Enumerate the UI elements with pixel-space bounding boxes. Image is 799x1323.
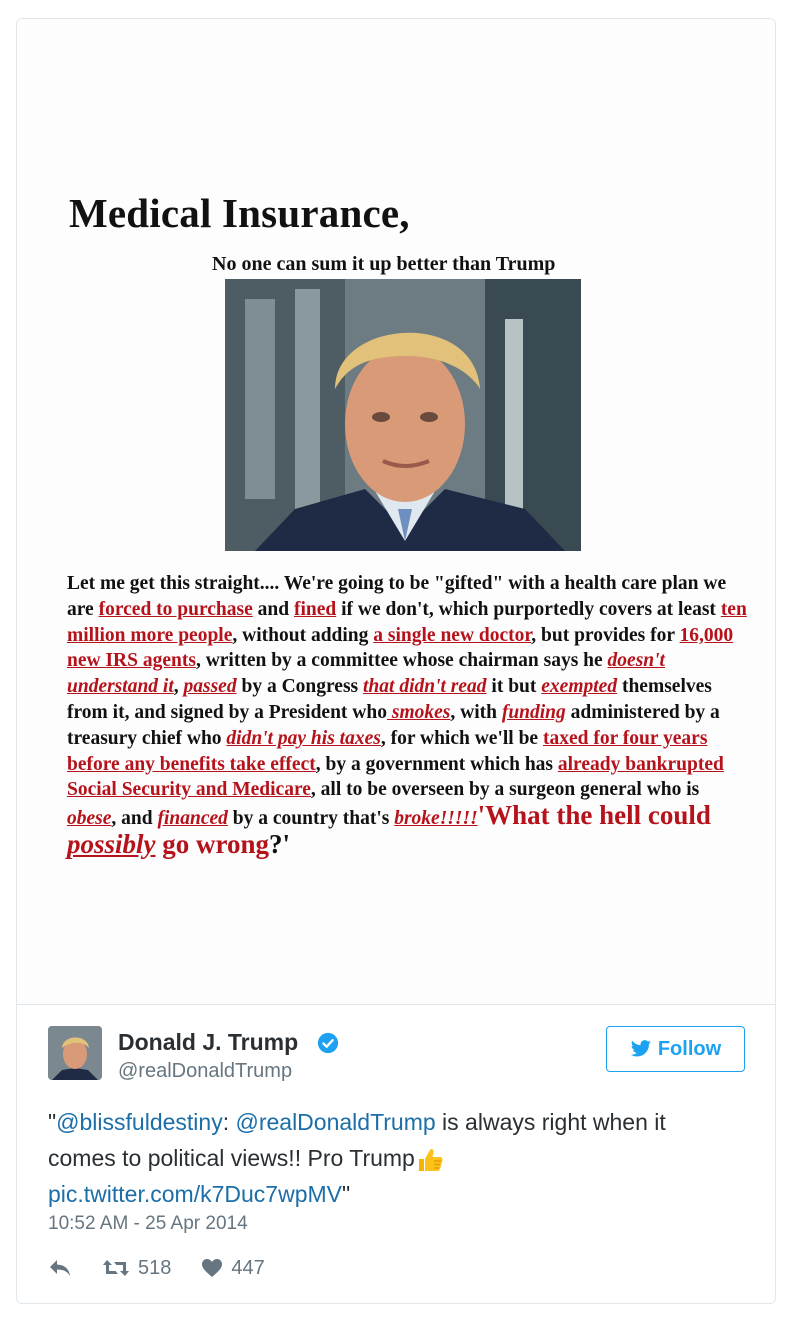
retweet-button[interactable]: 518 xyxy=(102,1257,171,1280)
follow-button[interactable]: Follow xyxy=(606,1026,745,1072)
user-handle[interactable]: @realDonaldTrump xyxy=(118,1060,292,1083)
retweet-count: 518 xyxy=(138,1256,172,1279)
avatar[interactable] xyxy=(48,1026,102,1080)
display-name[interactable]: Donald J. Trump xyxy=(118,1029,298,1056)
tweet-media-image[interactable]: Medical Insurance, No one can sum it up … xyxy=(17,19,775,1005)
like-count: 447 xyxy=(231,1256,265,1279)
tweet-text: "@blissfuldestiny: @realDonaldTrump is a… xyxy=(48,1109,666,1207)
embedded-tweet-card: Medical Insurance, No one can sum it up … xyxy=(16,18,776,1304)
reply-button[interactable] xyxy=(48,1258,72,1278)
retweet-icon xyxy=(103,1260,129,1276)
follow-label: Follow xyxy=(657,1037,722,1060)
heart-icon xyxy=(202,1259,223,1277)
tweet-actions: 518 447 xyxy=(48,1255,265,1281)
image-subtitle: No one can sum it up better than Trump xyxy=(212,253,556,275)
verified-badge-icon xyxy=(317,1032,339,1054)
image-title: Medical Insurance, xyxy=(69,190,410,236)
twitter-bird-icon xyxy=(630,1040,651,1057)
pic-link[interactable]: pic.twitter.com/k7Duc7wpMV xyxy=(48,1181,342,1207)
thumbs-up-icon xyxy=(418,1148,443,1171)
image-body-text: Let me get this straight.... We're going… xyxy=(67,573,747,859)
like-button[interactable]: 447 xyxy=(201,1256,265,1280)
portrait-photo xyxy=(225,279,581,551)
mention-link[interactable]: @realDonaldTrump xyxy=(235,1109,435,1135)
tweet-timestamp[interactable]: 10:52 AM - 25 Apr 2014 xyxy=(48,1213,248,1235)
mention-link[interactable]: @blissfuldestiny xyxy=(56,1109,223,1135)
reply-icon xyxy=(50,1260,70,1276)
